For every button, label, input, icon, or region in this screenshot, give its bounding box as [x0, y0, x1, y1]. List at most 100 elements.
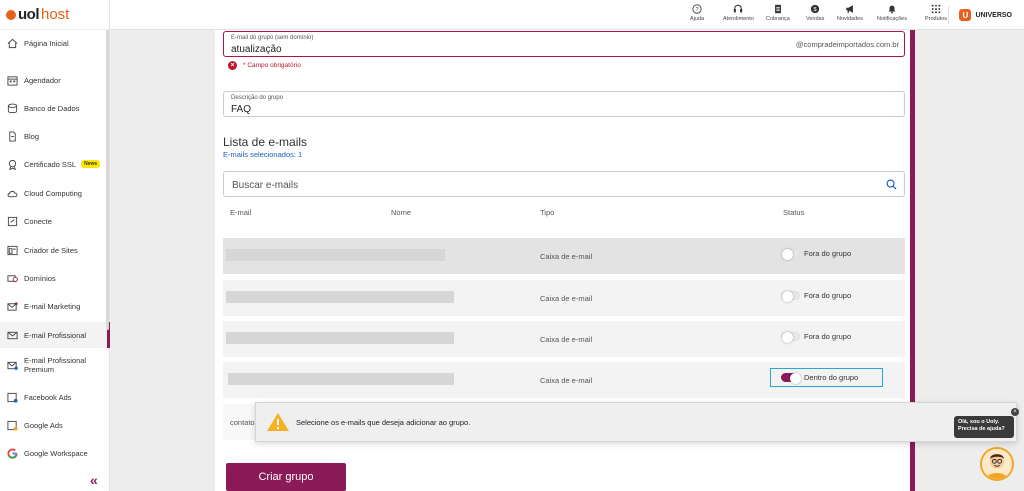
- topbar-divider: [948, 6, 949, 24]
- help-icon: ?: [692, 4, 702, 14]
- sidebar-scrollbar[interactable]: [106, 30, 109, 330]
- group-toggle[interactable]: [781, 249, 800, 260]
- facebook-ads-icon: [7, 392, 18, 403]
- redacted-email: [228, 373, 454, 385]
- collapse-sidebar-icon[interactable]: «: [90, 472, 98, 488]
- sidebar-item-label: Blog: [24, 131, 40, 141]
- group-email-field[interactable]: E-mail do grupo (sem domínio) atualizaçã…: [223, 31, 905, 57]
- error-icon: ×: [228, 61, 237, 70]
- invoice-icon: [775, 4, 781, 14]
- sidebar-item-certificado-ssl[interactable]: Certificado SSL News: [0, 154, 108, 174]
- uoly-avatar[interactable]: [980, 447, 1014, 481]
- row-email-partial: contato: [230, 418, 255, 427]
- row-status[interactable]: Fora do grupo: [781, 249, 851, 260]
- sidebar-item-email-marketing[interactable]: E-mail Marketing: [0, 296, 108, 316]
- google-icon: [7, 448, 18, 459]
- topbar-ajuda[interactable]: ? Ajuda: [690, 4, 704, 22]
- topbar-atendimento[interactable]: Atendimento: [723, 4, 754, 22]
- sidebar-item-blog[interactable]: Blog: [0, 126, 108, 146]
- sidebar-item-email-profissional[interactable]: E-mail Profissional: [0, 322, 110, 348]
- database-icon: [7, 103, 18, 113]
- row-type: Caixa de e-mail: [540, 252, 593, 261]
- topbar-vendas[interactable]: $ Vendas: [806, 4, 824, 22]
- sidebar-item-pagina-inicial[interactable]: Página Inicial: [0, 33, 108, 53]
- group-email-value[interactable]: atualização: [231, 44, 282, 55]
- sales-icon: $: [811, 4, 820, 14]
- sidebar-item-email-profissional-premium[interactable]: E-mail Profissional Premium: [0, 353, 108, 377]
- status-label: Fora do grupo: [804, 332, 852, 341]
- sidebar-item-google-ads[interactable]: Google Ads: [0, 415, 108, 435]
- row-type: Caixa de e-mail: [540, 335, 593, 344]
- sidebar-item-banco-de-dados[interactable]: Banco de Dados: [0, 98, 108, 118]
- column-header-status: Status: [783, 208, 805, 217]
- column-header-nome: Nome: [391, 208, 412, 217]
- group-email-domain: @compradeimportados.com.br: [795, 40, 899, 49]
- sidebar-item-label: Agendador: [24, 75, 61, 85]
- selected-count: E-mails selecionados: 1: [223, 150, 303, 159]
- group-email-label: E-mail do grupo (sem domínio): [231, 35, 314, 41]
- sidebar-item-agendador[interactable]: Agendador: [0, 70, 108, 90]
- chat-bubble[interactable]: Olá, sou o Uoly. Precisa de ajuda?: [954, 416, 1014, 438]
- sidebar-item-conecte[interactable]: Conecte: [0, 211, 108, 231]
- email-premium-icon: [7, 361, 18, 370]
- redacted-email: [226, 332, 454, 344]
- group-toggle[interactable]: [781, 332, 800, 343]
- account-label: UNIVERSO: [975, 11, 1012, 19]
- topbar-label: Atendimento: [723, 16, 754, 22]
- sidebar-item-label: Banco de Dados: [24, 103, 80, 113]
- toggle-knob: [782, 291, 793, 302]
- topbar-label: Vendas: [806, 16, 825, 22]
- sidebar-item-dominios[interactable]: Domínios: [0, 268, 108, 288]
- sidebar-item-criador-de-sites[interactable]: Criador de Sites: [0, 240, 108, 260]
- topbar-label: Notificações: [877, 16, 907, 22]
- toast-message: Selecione os e-mails que deseja adiciona…: [296, 417, 471, 427]
- sidebar-item-label: Certificado SSL: [24, 159, 77, 169]
- warning-toast: Selecione os e-mails que deseja adiciona…: [255, 402, 1017, 442]
- sidebar-item-label: E-mail Profissional: [24, 330, 87, 340]
- warning-icon: [267, 413, 289, 431]
- table-row[interactable]: Caixa de e-mail Fora do grupo: [223, 321, 905, 357]
- sidebar-item-google-workspace[interactable]: Google Workspace: [0, 443, 108, 463]
- account-menu[interactable]: U UNIVERSO: [959, 9, 1012, 21]
- sidebar-item-label: Google Workspace: [24, 448, 88, 458]
- create-group-button[interactable]: Criar grupo: [226, 463, 346, 491]
- blog-icon: [9, 130, 16, 142]
- email-icon: [7, 331, 18, 339]
- row-status[interactable]: Fora do grupo: [781, 332, 852, 343]
- google-ads-icon: [7, 420, 18, 431]
- row-status[interactable]: Dentro do grupo: [769, 368, 884, 387]
- topbar-notificacoes[interactable]: Notificações: [877, 4, 907, 22]
- group-description-field[interactable]: Descrição do grupo FAQ: [223, 91, 905, 117]
- grid-icon: [931, 4, 941, 14]
- uol-host-logo[interactable]: uol host: [0, 0, 109, 30]
- table-row[interactable]: Caixa de e-mail Fora do grupo: [223, 280, 905, 316]
- chat-close-icon[interactable]: ×: [1011, 408, 1019, 416]
- sidebar-item-label: Página Inicial: [24, 38, 69, 48]
- account-badge: U: [959, 9, 972, 21]
- topbar-produtos[interactable]: Produtos: [925, 4, 947, 22]
- table-row[interactable]: Caixa de e-mail Fora do grupo: [223, 238, 905, 274]
- row-status[interactable]: Fora do grupo: [781, 291, 851, 302]
- topbar-label: Produtos: [925, 16, 948, 22]
- group-toggle[interactable]: [781, 291, 800, 302]
- bell-icon: [888, 5, 896, 14]
- sidebar-item-label: Google Ads: [24, 420, 63, 430]
- domain-icon: [7, 274, 18, 282]
- topbar-novidades[interactable]: Novidades: [837, 4, 863, 22]
- logo-dot-icon: [6, 9, 16, 20]
- group-toggle[interactable]: [781, 373, 801, 384]
- search-icon[interactable]: [886, 179, 897, 190]
- sidebar-item-cloud-computing[interactable]: Cloud Computing: [0, 183, 108, 203]
- search-box[interactable]: [223, 171, 905, 197]
- topbar-cobranca[interactable]: Cobrança: [766, 4, 790, 22]
- group-description-value[interactable]: FAQ: [231, 104, 251, 115]
- search-input[interactable]: [232, 177, 872, 193]
- error-text: * Campo obrigatório: [243, 62, 301, 69]
- connect-icon: [7, 216, 18, 226]
- sidebar: uol host Página Inicial Agendador Banco …: [0, 0, 110, 491]
- top-bar: ? Ajuda Atendimento Cobrança $ Vendas No…: [110, 0, 1024, 30]
- sidebar-item-facebook-ads[interactable]: Facebook Ads: [0, 387, 108, 407]
- row-type: Caixa de e-mail: [540, 294, 593, 303]
- column-header-tipo: Tipo: [540, 208, 555, 217]
- table-row[interactable]: Caixa de e-mail Dentro do grupo: [223, 362, 905, 398]
